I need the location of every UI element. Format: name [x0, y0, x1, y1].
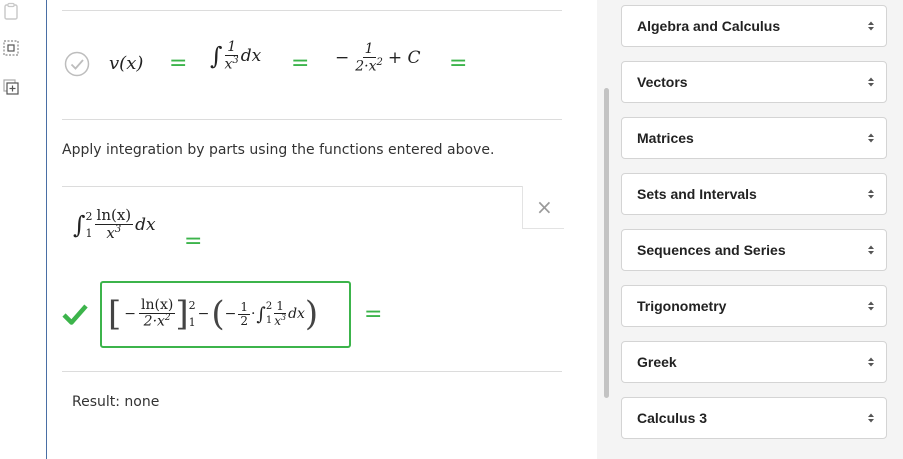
close-button[interactable]: ×	[522, 186, 564, 229]
sort-arrows-icon	[868, 301, 874, 311]
sort-arrows-icon	[868, 245, 874, 255]
scrollbar-thumb[interactable]	[604, 88, 609, 398]
answer-input[interactable]: [ − ln(x) 2·x2 ] 2 1 − ( − 1 2 · ∫ 2 1 1…	[100, 281, 351, 348]
sort-arrows-icon	[868, 133, 874, 143]
category-trigonometry[interactable]: Trigonometry	[621, 285, 887, 327]
add-box-icon[interactable]	[2, 78, 20, 96]
clipboard-icon[interactable]	[2, 2, 20, 20]
instruction-text: Apply integration by parts using the fun…	[62, 142, 495, 158]
category-panel: Algebra and Calculus Vectors Matrices Se…	[613, 0, 903, 459]
category-vectors[interactable]: Vectors	[621, 61, 887, 103]
sort-arrows-icon	[868, 357, 874, 367]
problem-integral: ∫ 2 1 ln(x) x3 dx	[73, 206, 156, 242]
checkmark-icon	[62, 302, 88, 330]
equals-sign: =	[291, 51, 310, 76]
left-toolbar	[0, 0, 24, 459]
main-panel: v(x) = ∫ 1 x3 dx = − 1 2·x2 + C = Apply …	[47, 0, 597, 459]
category-matrices[interactable]: Matrices	[621, 117, 887, 159]
divider	[62, 371, 562, 372]
v-of-x: v(x)	[109, 53, 144, 74]
category-calculus-3[interactable]: Calculus 3	[621, 397, 887, 439]
equals-sign: =	[364, 302, 383, 327]
divider	[62, 119, 562, 120]
equals-sign: =	[169, 51, 188, 76]
answer-expression: [ − ln(x) 2·x2 ] 2 1 − ( − 1 2 · ∫ 2 1 1…	[108, 294, 319, 334]
v-result: − 1 2·x2 + C	[335, 41, 421, 75]
result-text: Result: none	[72, 394, 160, 410]
category-sets-and-intervals[interactable]: Sets and Intervals	[621, 173, 887, 215]
select-box-icon[interactable]	[2, 39, 20, 57]
v-integral: ∫ 1 x3 dx	[210, 39, 262, 73]
sort-arrows-icon	[868, 189, 874, 199]
category-sequences-and-series[interactable]: Sequences and Series	[621, 229, 887, 271]
divider	[62, 186, 522, 187]
equals-sign: =	[184, 229, 203, 254]
sort-arrows-icon	[868, 77, 874, 87]
sort-arrows-icon	[868, 21, 874, 31]
equals-sign: =	[449, 51, 468, 76]
category-greek[interactable]: Greek	[621, 341, 887, 383]
close-icon[interactable]: ×	[536, 195, 553, 219]
category-algebra-and-calculus[interactable]: Algebra and Calculus	[621, 5, 887, 47]
sort-arrows-icon	[868, 413, 874, 423]
divider	[62, 10, 562, 11]
check-circle-icon[interactable]	[64, 51, 90, 81]
